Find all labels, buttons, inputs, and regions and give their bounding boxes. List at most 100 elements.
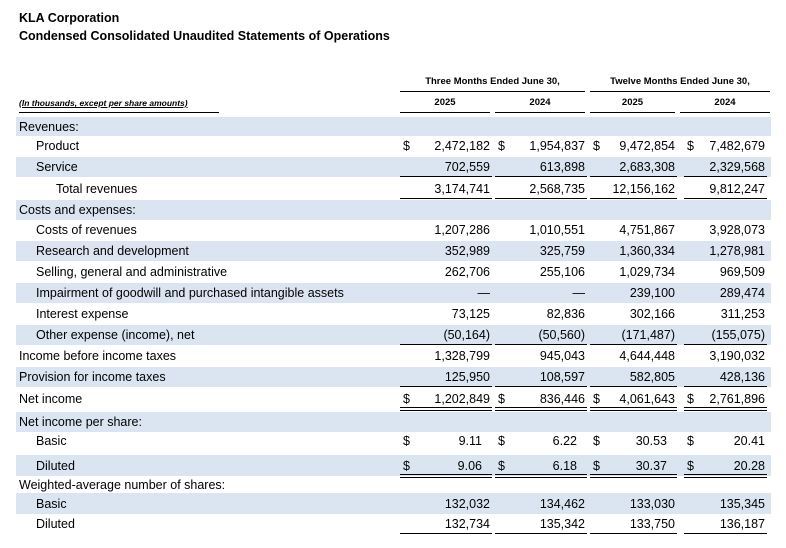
column-header-underline: [400, 112, 490, 113]
column-header-underline: [495, 112, 585, 113]
row-label: Basic: [36, 434, 67, 448]
table-cell-value: 125,950: [444, 370, 490, 384]
total-underline: [590, 533, 677, 534]
currency-symbol: $: [403, 392, 410, 406]
total-underline: [590, 198, 677, 199]
period-group-three-months: Three Months Ended June 30,: [425, 76, 560, 87]
table-cell-value: 582,805: [629, 370, 675, 384]
table-cell-value: 1,202,849: [434, 392, 490, 406]
total-underline: [495, 386, 587, 387]
table-cell-value: (50,164): [443, 328, 490, 342]
total-underline: [590, 344, 677, 345]
row-label: Income before income taxes: [19, 349, 177, 363]
table-cell-value: 30.37: [635, 459, 667, 473]
currency-symbol: $: [593, 459, 600, 473]
table-cell-value: 20.41: [733, 434, 765, 448]
table-cell-value: 73,125: [451, 307, 490, 321]
currency-symbol: $: [403, 139, 410, 153]
row-label: Product: [36, 139, 80, 153]
currency-symbol: $: [593, 434, 600, 448]
table-cell-value: 108,597: [539, 370, 585, 384]
table-cell-value: 30.53: [635, 434, 667, 448]
currency-symbol: $: [403, 459, 410, 473]
table-cell-value: 1,954,837: [529, 139, 585, 153]
table-cell-value: 1,029,734: [619, 265, 675, 279]
table-cell-value: 2,329,568: [709, 160, 765, 174]
row-label: Costs of revenues: [36, 223, 137, 237]
table-cell-value: 1,328,799: [434, 349, 490, 363]
table-cell-value: 132,734: [444, 517, 490, 531]
row-label: Service: [36, 160, 78, 174]
row-label: Weighted-average number of shares:: [19, 478, 226, 492]
table-cell-value: 311,253: [720, 307, 765, 321]
currency-symbol: $: [687, 459, 694, 473]
table-cell-value: —: [477, 286, 491, 300]
units-note: (In thousands, except per share amounts): [19, 98, 188, 108]
row-label: Net income per share:: [19, 415, 142, 429]
total-underline: [684, 176, 767, 177]
currency-symbol: $: [498, 459, 505, 473]
row-label: Interest expense: [36, 307, 129, 321]
table-cell-value: 2,472,182: [434, 139, 490, 153]
currency-symbol: $: [498, 392, 505, 406]
currency-symbol: $: [687, 392, 694, 406]
table-cell-value: 134,462: [539, 497, 585, 511]
double-underline: [400, 474, 492, 478]
table-cell-value: 9.11: [458, 434, 482, 448]
table-cell-value: 613,898: [539, 160, 585, 174]
table-cell-value: 2,761,896: [709, 392, 765, 406]
currency-symbol: $: [403, 434, 410, 448]
table-cell-value: 702,559: [444, 160, 490, 174]
table-cell-value: 6.22: [552, 434, 577, 448]
statement-title: Condensed Consolidated Unaudited Stateme…: [19, 29, 390, 43]
table-cell-value: 7,482,679: [709, 139, 765, 153]
table-cell-value: 3,174,741: [434, 182, 490, 196]
total-underline: [400, 176, 492, 177]
table-cell-value: 6.18: [552, 459, 577, 473]
company-name: KLA Corporation: [19, 11, 120, 25]
total-underline: [684, 386, 767, 387]
column-header: 2024: [714, 97, 736, 108]
table-cell-value: 9,472,854: [619, 139, 675, 153]
table-cell-value: 9.06: [457, 459, 482, 473]
table-cell-value: 12,156,162: [612, 182, 675, 196]
table-cell-value: 302,166: [629, 307, 675, 321]
double-underline: [400, 407, 492, 411]
row-label: Costs and expenses:: [19, 203, 136, 217]
double-underline: [684, 407, 767, 411]
table-cell-value: 136,187: [719, 517, 765, 531]
table-cell-value: 239,100: [629, 286, 675, 300]
double-underline: [590, 407, 677, 411]
row-label: Provision for income taxes: [19, 370, 166, 384]
total-underline: [684, 344, 767, 345]
total-underline: [495, 533, 587, 534]
row-label: Revenues:: [19, 120, 79, 134]
currency-symbol: $: [593, 139, 600, 153]
column-header-underline: [680, 112, 770, 113]
table-cell-value: 133,030: [629, 497, 675, 511]
double-underline: [684, 474, 767, 478]
table-cell-value: 262,706: [444, 265, 490, 279]
table-cell-value: —: [572, 286, 586, 300]
currency-symbol: $: [687, 139, 694, 153]
currency-symbol: $: [498, 434, 505, 448]
table-cell-value: (171,487): [621, 328, 675, 342]
table-cell-value: 289,474: [719, 286, 765, 300]
column-header: 2024: [529, 97, 551, 108]
table-cell-value: 428,136: [719, 370, 765, 384]
total-underline: [684, 533, 767, 534]
row-label: Research and development: [36, 244, 189, 258]
period-group-underline: [400, 91, 585, 92]
total-underline: [495, 198, 587, 199]
row-label: Diluted: [36, 517, 75, 531]
period-group-underline: [590, 91, 770, 92]
currency-symbol: $: [593, 392, 600, 406]
table-cell-value: (155,075): [711, 328, 765, 342]
table-cell-value: 133,750: [629, 517, 675, 531]
table-cell-value: 4,644,448: [619, 349, 675, 363]
table-cell-value: 20.28: [733, 459, 765, 473]
table-cell-value: 1,360,334: [619, 244, 675, 258]
total-underline: [400, 386, 492, 387]
table-cell-value: 1,207,286: [434, 223, 490, 237]
units-underline: [19, 112, 219, 113]
